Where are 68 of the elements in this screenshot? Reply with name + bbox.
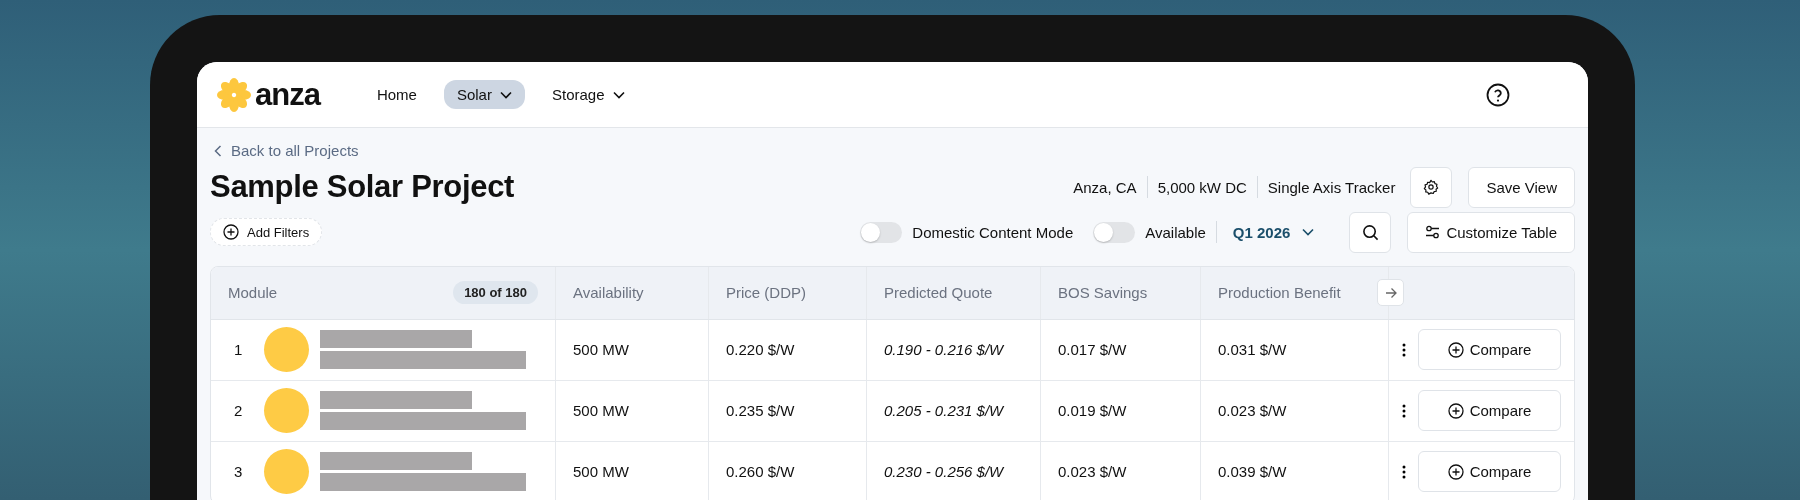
customize-table-button[interactable]: Customize Table xyxy=(1407,211,1575,253)
module-logo-placeholder xyxy=(264,449,309,494)
more-options-icon[interactable] xyxy=(1402,464,1406,479)
more-options-icon[interactable] xyxy=(1402,403,1406,418)
compare-button[interactable]: Compare xyxy=(1418,329,1561,370)
plus-circle-icon xyxy=(1447,402,1464,419)
module-logo-placeholder xyxy=(264,388,309,433)
toggle-label: Domestic Content Mode xyxy=(912,223,1074,241)
more-options-icon[interactable] xyxy=(1402,342,1406,357)
table-cell: 0.260 $/W xyxy=(726,463,795,480)
table-cell: 0.031 $/W xyxy=(1218,341,1287,358)
logo-wordmark: anza xyxy=(255,76,320,113)
arrow-right-icon xyxy=(1384,286,1397,299)
table-cell: 0.039 $/W xyxy=(1218,463,1287,480)
help-icon[interactable] xyxy=(1486,82,1510,107)
nav-tab[interactable]: Solar xyxy=(443,80,525,109)
plus-circle-icon xyxy=(1447,341,1464,358)
compare-button[interactable]: Compare xyxy=(1418,451,1561,492)
rank-number: 3 xyxy=(234,463,242,480)
chevron-left-icon xyxy=(214,144,222,157)
project-detail: Single Axis Tracker xyxy=(1267,178,1396,196)
back-link[interactable]: Back to all Projects xyxy=(214,142,359,159)
project-detail: 5,000 kW DC xyxy=(1157,178,1247,196)
column-header[interactable]: Predicted Quote xyxy=(884,284,993,301)
settings-icon xyxy=(1423,179,1440,195)
module-logo-placeholder xyxy=(264,327,309,372)
table-cell: 500 MW xyxy=(573,402,629,419)
toggle-label: Available xyxy=(1145,223,1206,241)
table-cell: 0.023 $/W xyxy=(1058,463,1127,480)
table-cell: 0.220 $/W xyxy=(726,341,795,358)
count-badge: 180 of 180 xyxy=(453,281,538,304)
chevron-down-icon xyxy=(612,90,625,99)
table-cell: 0.019 $/W xyxy=(1058,402,1127,419)
compare-button[interactable]: Compare xyxy=(1418,390,1561,431)
table-cell: 500 MW xyxy=(573,341,629,358)
table-cell: 0.205 - 0.231 $/W xyxy=(884,402,1004,419)
column-header[interactable]: Availability xyxy=(573,284,644,301)
table-cell: 500 MW xyxy=(573,463,629,480)
add-filters-button[interactable]: Add Filters xyxy=(210,218,323,246)
flower-logo-icon xyxy=(217,77,251,112)
table-cell: 0.017 $/W xyxy=(1058,341,1127,358)
save-view-button[interactable]: Save View xyxy=(1468,166,1575,208)
project-detail: Anza, CA xyxy=(1073,178,1137,196)
rank-number: 2 xyxy=(234,402,242,419)
plus-circle-icon xyxy=(223,224,239,240)
rank-number: 1 xyxy=(234,341,242,358)
toggle-switch[interactable] xyxy=(860,221,903,243)
column-header[interactable]: BOS Savings xyxy=(1058,284,1148,301)
search-icon xyxy=(1361,223,1379,241)
plus-circle-icon xyxy=(1447,463,1464,480)
table-cell: 0.023 $/W xyxy=(1218,402,1287,419)
scroll-right-button[interactable] xyxy=(1377,279,1404,306)
toggle-switch[interactable] xyxy=(1093,221,1136,243)
chevron-down-icon xyxy=(499,90,512,99)
nav-tab[interactable]: Home xyxy=(363,80,430,109)
page-title: Sample Solar Project xyxy=(210,169,515,205)
column-header: Module xyxy=(228,284,278,301)
quarter-dropdown[interactable]: Q1 2026 xyxy=(1226,222,1321,242)
table-cell: 0.190 - 0.216 $/W xyxy=(884,341,1004,358)
table-cell: 0.235 $/W xyxy=(726,402,795,419)
nav-tab[interactable]: Storage xyxy=(538,80,638,109)
chevron-down-icon xyxy=(1302,228,1315,236)
column-header[interactable]: Production Benefit xyxy=(1218,284,1341,301)
sliders-icon xyxy=(1425,225,1441,239)
column-header[interactable]: Price (DDP) xyxy=(726,284,806,301)
settings-button[interactable] xyxy=(1410,166,1453,208)
table-cell: 0.230 - 0.256 $/W xyxy=(884,463,1004,480)
search-button[interactable] xyxy=(1349,211,1392,253)
